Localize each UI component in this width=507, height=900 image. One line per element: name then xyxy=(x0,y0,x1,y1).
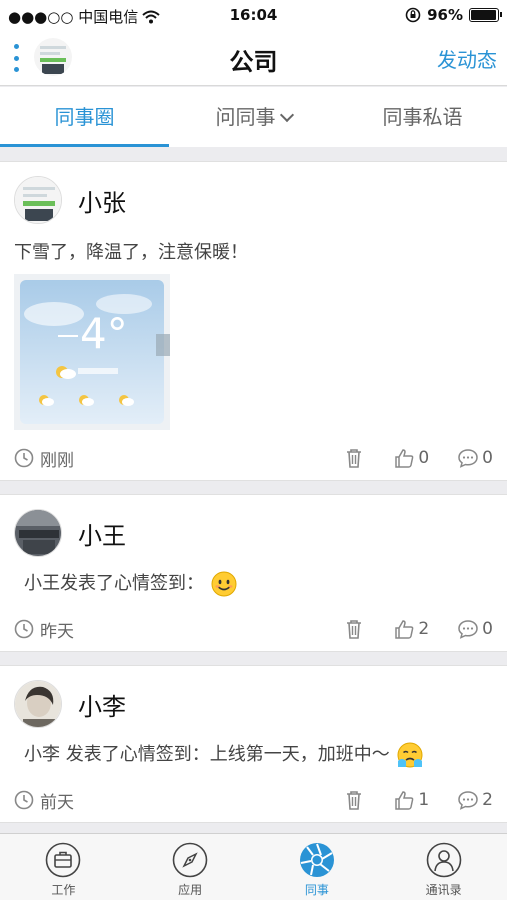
trash-icon[interactable] xyxy=(343,618,365,640)
smiley-emoji-icon xyxy=(211,571,237,597)
battery-icon xyxy=(469,8,502,22)
thumbs-up-icon xyxy=(395,791,414,810)
tabbar-item-colleagues[interactable]: 同事 xyxy=(254,834,381,900)
tab-ask-colleague[interactable]: 问同事 xyxy=(169,87,338,147)
tabbar-item-apps[interactable]: 应用 xyxy=(127,834,254,900)
comment-count: 2 xyxy=(482,790,493,810)
avatar[interactable] xyxy=(14,509,62,557)
avatar[interactable] xyxy=(14,680,62,728)
segment-tabs: 同事圈 问同事 同事私语 xyxy=(0,87,507,147)
comment-icon xyxy=(458,449,478,468)
orientation-lock-icon xyxy=(405,7,421,23)
post-author[interactable]: 小李 xyxy=(78,687,126,722)
like-button[interactable]: 0 xyxy=(393,447,429,469)
tabbar-item-contacts[interactable]: 通讯录 xyxy=(380,834,507,900)
post-actions: 2 0 xyxy=(343,618,493,640)
battery-percent: 96% xyxy=(427,6,463,24)
trash-icon[interactable] xyxy=(343,447,365,469)
clock-icon xyxy=(14,448,34,468)
tabbar-item-work[interactable]: 工作 xyxy=(0,834,127,900)
post-image[interactable]: 4° xyxy=(14,274,170,430)
tabbar-label: 通讯录 xyxy=(425,883,462,897)
post-footer: 昨天 2 0 xyxy=(14,616,493,642)
battery-group: 96% xyxy=(405,6,502,24)
comment-icon xyxy=(458,620,478,639)
clock-icon xyxy=(14,619,34,639)
bottom-tab-bar: 工作 应用 同事 通讯录 xyxy=(0,833,507,900)
post-card: 小王 小王发表了心情签到： 昨天 2 0 xyxy=(0,494,507,652)
tabs-divider xyxy=(0,147,507,161)
nav-bar: 公司 发动态 xyxy=(0,30,507,86)
comment-icon xyxy=(458,791,478,810)
trash-icon[interactable] xyxy=(343,789,365,811)
like-count: 0 xyxy=(418,448,430,468)
post-content: 小李 发表了心情签到：上线第一天，加班中～ xyxy=(24,740,424,769)
like-button[interactable]: 1 xyxy=(393,789,429,811)
comment-count: 0 xyxy=(482,619,493,639)
post-time: 刚刚 xyxy=(14,446,74,471)
avatar[interactable] xyxy=(14,176,62,224)
tabbar-label: 同事 xyxy=(304,883,329,897)
tab-private-chat[interactable]: 同事私语 xyxy=(338,87,507,147)
tabbar-label: 应用 xyxy=(178,883,203,897)
comment-button[interactable]: 2 xyxy=(457,789,493,811)
comment-button[interactable]: 0 xyxy=(457,618,493,640)
post-status-button[interactable]: 发动态 xyxy=(437,44,497,73)
like-count: 1 xyxy=(418,790,430,810)
post-time: 前天 xyxy=(14,788,74,813)
post-header: 小王 xyxy=(14,509,126,557)
svg-text:4°: 4° xyxy=(80,309,128,358)
like-count: 2 xyxy=(418,619,430,639)
chevron-down-icon xyxy=(279,107,294,123)
post-actions: 1 2 xyxy=(343,789,493,811)
post-header: 小张 xyxy=(14,176,126,224)
compass-icon xyxy=(172,842,208,878)
post-content: 下雪了，降温了，注意保暖！ xyxy=(14,242,248,263)
crying-emoji-icon xyxy=(397,742,423,768)
contacts-icon xyxy=(426,842,461,878)
thumbs-up-icon xyxy=(395,449,414,468)
post-author[interactable]: 小张 xyxy=(78,183,126,218)
post-footer: 前天 1 2 xyxy=(14,787,493,813)
post-card: 小李 小李 发表了心情签到：上线第一天，加班中～ 前天 1 2 xyxy=(0,665,507,823)
page-title: 公司 xyxy=(229,48,278,76)
post-actions: 0 0 xyxy=(343,447,493,469)
post-header: 小李 xyxy=(14,680,126,728)
post-card: 小张 下雪了，降温了，注意保暖！ 4° 刚刚 0 0 xyxy=(0,161,507,481)
comment-button[interactable]: 0 xyxy=(457,447,493,469)
tabbar-label: 工作 xyxy=(51,883,76,897)
tab-colleague-circle[interactable]: 同事圈 xyxy=(0,87,169,147)
battery-fill xyxy=(471,10,496,20)
post-author[interactable]: 小王 xyxy=(78,516,126,551)
status-bar: ●●●○○ 中国电信 16:04 96% xyxy=(0,0,507,30)
post-footer: 刚刚 0 0 xyxy=(14,445,493,471)
comment-count: 0 xyxy=(482,448,493,468)
briefcase-icon xyxy=(46,842,81,878)
like-button[interactable]: 2 xyxy=(393,618,429,640)
clock-icon xyxy=(14,790,34,810)
thumbs-up-icon xyxy=(395,620,414,639)
post-content: 小王发表了心情签到： xyxy=(24,569,238,598)
aperture-icon xyxy=(299,843,334,877)
post-time: 昨天 xyxy=(14,617,74,642)
